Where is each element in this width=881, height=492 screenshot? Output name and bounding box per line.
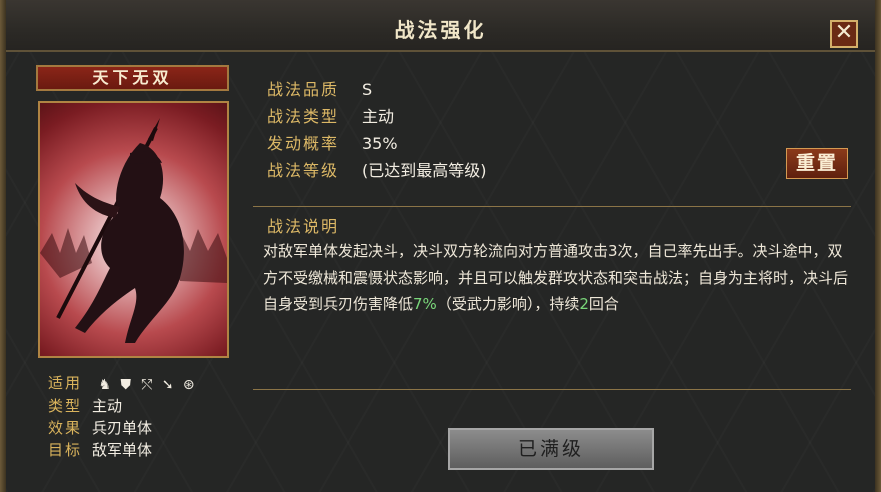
- attr-key: 适用: [48, 374, 83, 392]
- reset-button[interactable]: 重置: [786, 148, 848, 179]
- info-row-probability: 发动概率 35%: [267, 132, 398, 156]
- attr-row-target: 目标 敌军单体: [48, 439, 152, 461]
- info-value: S: [362, 80, 373, 99]
- bow-icon: ⤲: [141, 376, 153, 393]
- close-button[interactable]: ✕: [830, 20, 858, 48]
- attr-value: 敌军单体: [92, 441, 153, 459]
- dialog-title: 战法强化: [394, 18, 487, 42]
- description-highlight: 2: [579, 295, 589, 313]
- attr-key: 类型: [48, 397, 83, 415]
- info-key: 战法品质: [267, 80, 340, 99]
- info-row-level: 战法等级 (已达到最高等级): [267, 159, 487, 183]
- attr-value: 主动: [92, 397, 123, 415]
- warrior-silhouette-icon: [40, 118, 227, 343]
- frame-border-right: [875, 0, 881, 492]
- spear-icon: ➘: [161, 376, 174, 393]
- attr-key: 效果: [48, 419, 83, 437]
- attr-row-type: 类型 主动: [48, 395, 122, 417]
- title-bar: 战法强化: [6, 0, 875, 52]
- description-text: 对敌军单体发起决斗，决斗双方轮流向对方普通攻击3次，自己率先出手。决斗途中，双方…: [263, 238, 848, 318]
- info-row-quality: 战法品质 S: [267, 78, 372, 102]
- skill-card-art: [38, 101, 229, 358]
- divider-top: [253, 206, 851, 207]
- info-key: 战法等级: [267, 161, 340, 180]
- info-key: 战法类型: [267, 107, 340, 126]
- cavalry-icon: ♞: [98, 376, 112, 393]
- max-level-button[interactable]: 已满级: [448, 428, 654, 470]
- attr-value: 兵刃单体: [92, 419, 153, 437]
- dialog-window: 战法强化 ✕ 天下无双 适用 ♞ ⛊ ⤲ ➘ ⊛ 类型 主动 效果 兵刃单体 目标 敌军单体: [0, 0, 881, 492]
- description-part: （受武力影响），持续: [436, 295, 580, 313]
- attr-row-applicable: 适用 ♞ ⛊ ⤲ ➘ ⊛: [48, 372, 202, 394]
- shield-icon: ⛊: [120, 376, 132, 393]
- vehicle-icon: ⊛: [182, 376, 195, 393]
- close-icon: ✕: [834, 20, 854, 45]
- description-part: 回合: [588, 295, 619, 313]
- attr-row-effect: 效果 兵刃单体: [48, 417, 152, 439]
- info-value: 主动: [362, 107, 395, 126]
- info-row-type: 战法类型 主动: [267, 105, 394, 129]
- troop-type-icons: ♞ ⛊ ⤲ ➘ ⊛: [97, 373, 202, 395]
- info-value: (已达到最高等级): [362, 161, 487, 180]
- attr-key: 目标: [48, 441, 83, 459]
- divider-bottom: [253, 389, 851, 390]
- description-highlight: 7%: [413, 295, 437, 313]
- description-title: 战法说明: [267, 217, 340, 236]
- info-key: 发动概率: [267, 134, 340, 153]
- skill-name-plate: 天下无双: [36, 65, 229, 91]
- info-value: 35%: [362, 134, 398, 153]
